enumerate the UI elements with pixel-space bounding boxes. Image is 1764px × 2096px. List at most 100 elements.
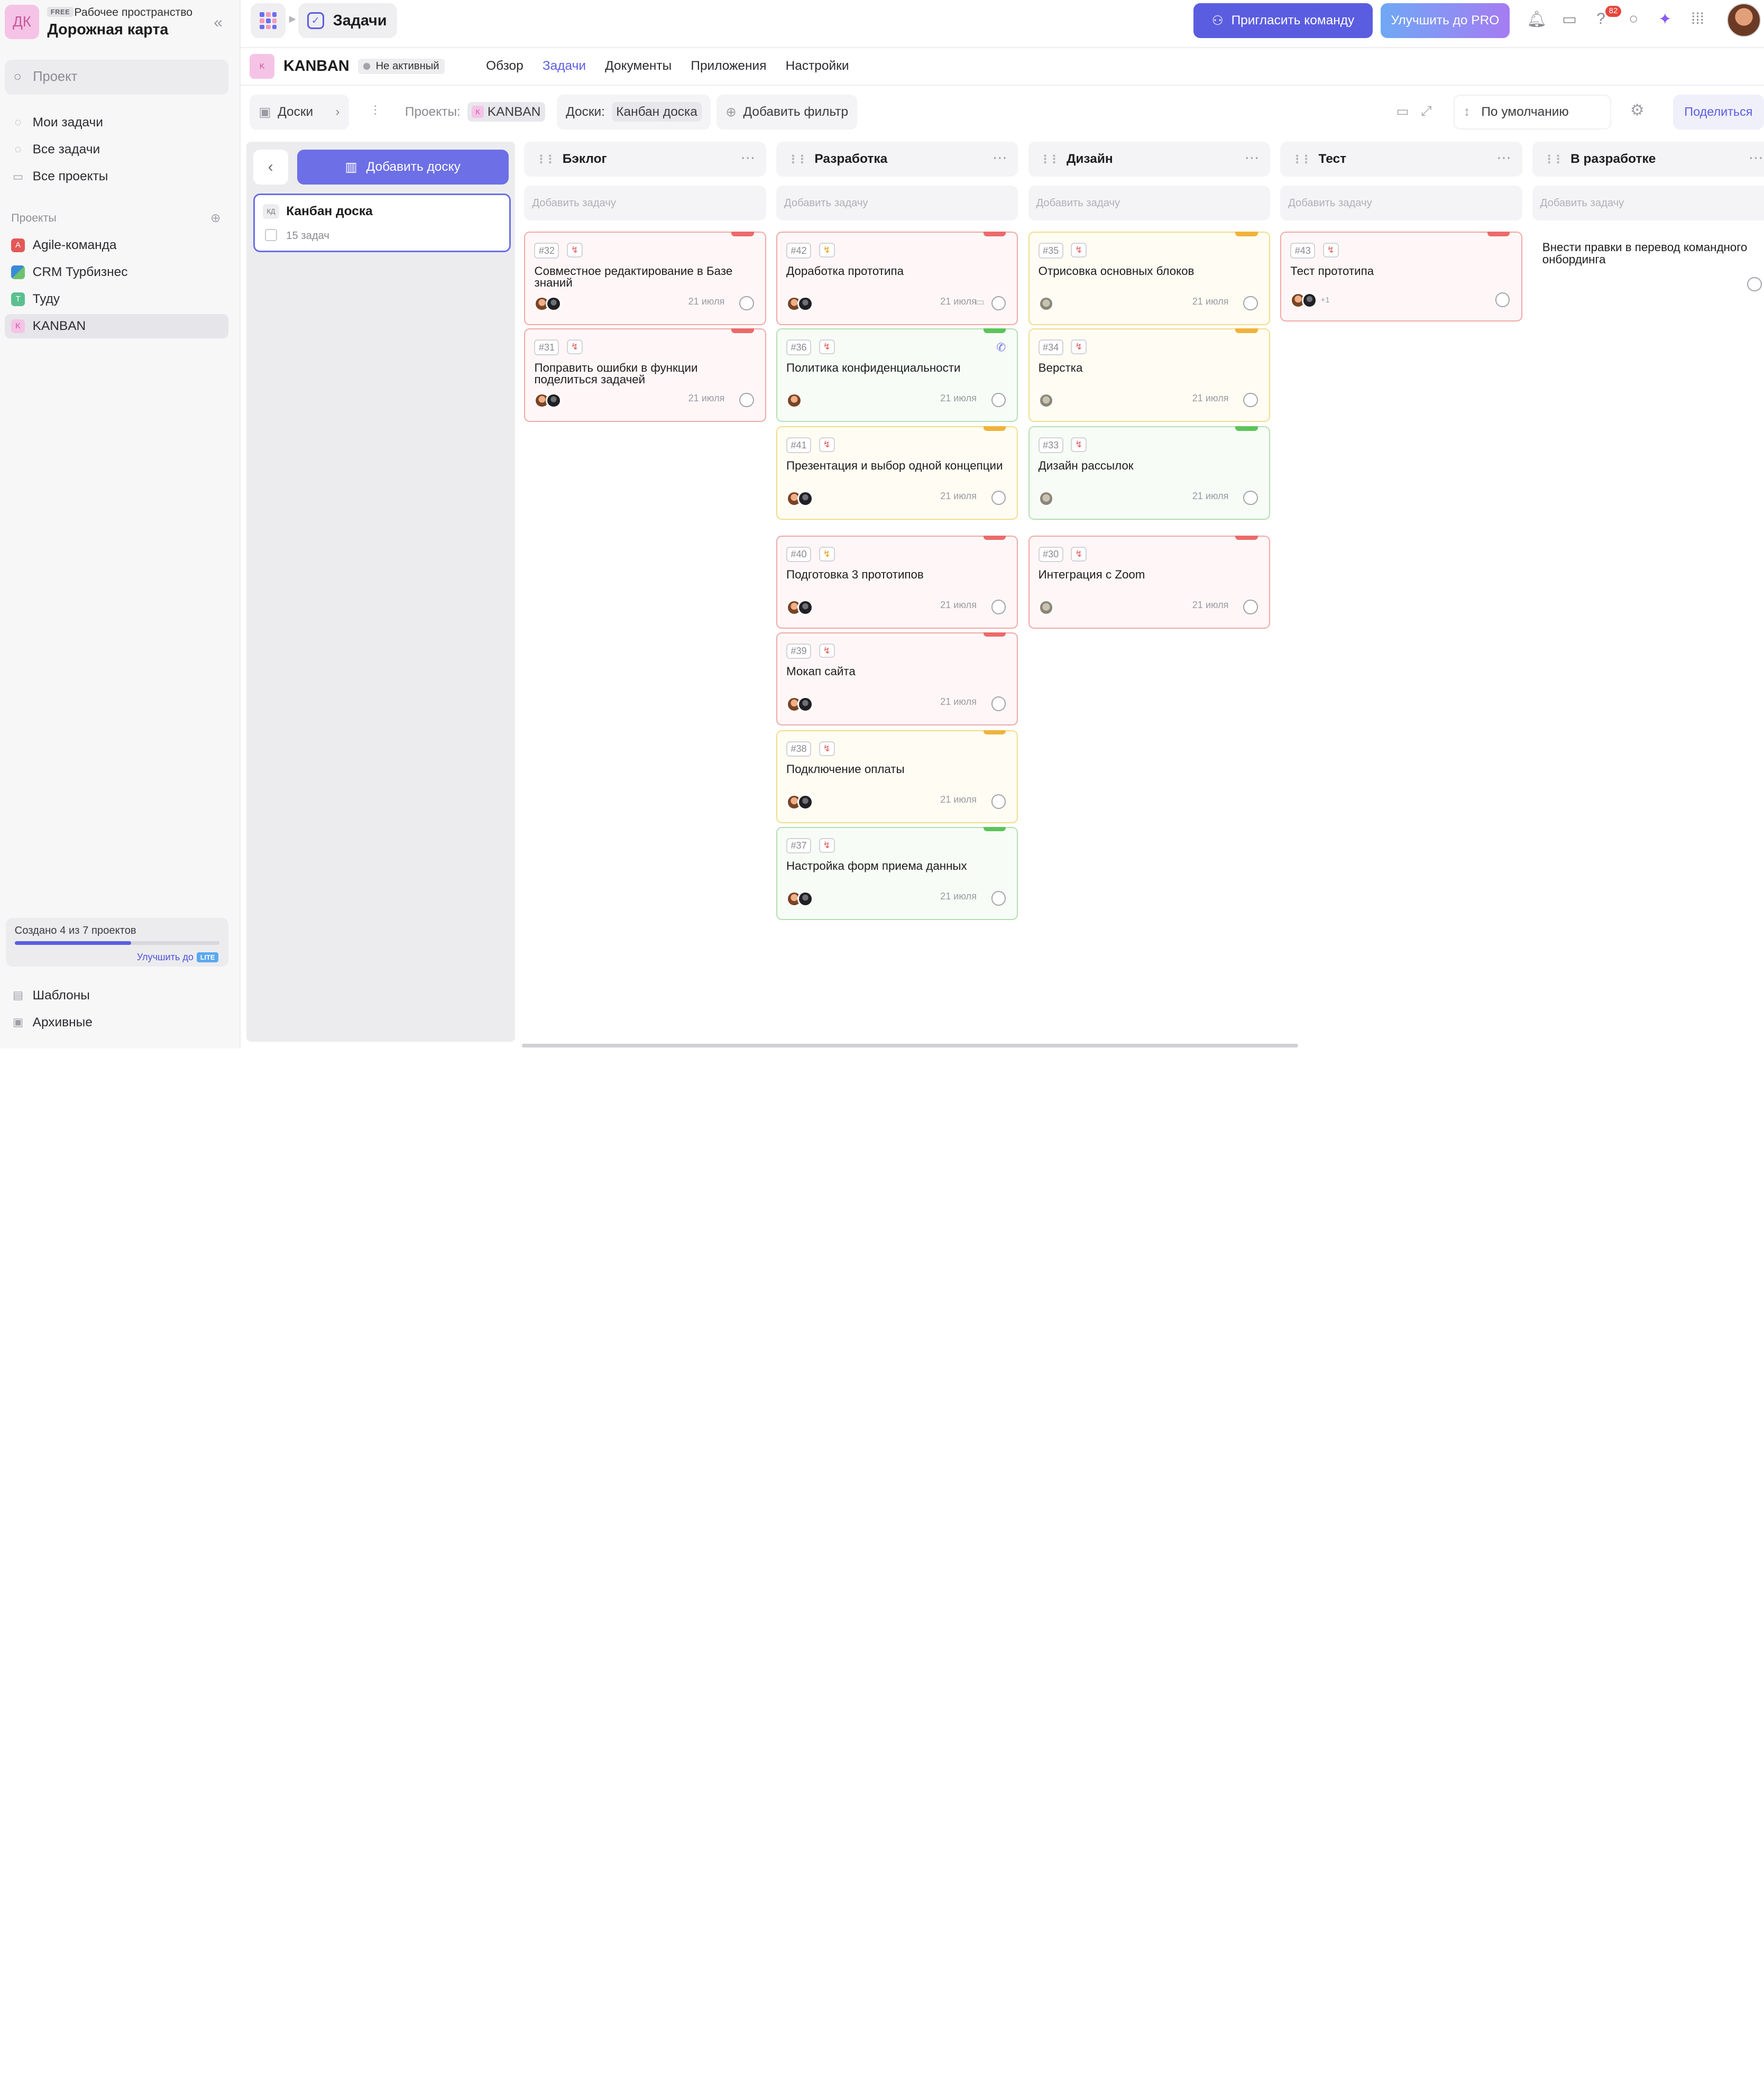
bell-icon[interactable]: 🔔︎: [1527, 10, 1547, 29]
nav-my-tasks[interactable]: ◌ Мои задачи: [5, 111, 228, 135]
upgrade-link[interactable]: Улучшить до LITE: [137, 952, 218, 963]
complete-checkbox[interactable]: [991, 296, 1006, 311]
column-header[interactable]: ⋮⋮ Разработка ···: [776, 142, 1018, 177]
column-header[interactable]: ⋮⋮ Бэклог ···: [524, 142, 766, 177]
tab-apps[interactable]: Приложения: [691, 59, 766, 73]
project-search-input[interactable]: [33, 69, 202, 85]
collapse-sidebar-icon[interactable]: «: [214, 14, 223, 32]
complete-checkbox[interactable]: [1495, 292, 1510, 307]
drag-handle-icon[interactable]: ⋮⋮: [1544, 153, 1564, 166]
expand-icon[interactable]: ⤢: [1421, 104, 1431, 119]
nav-templates[interactable]: ▤ Шаблоны: [5, 983, 228, 1008]
drag-handle-icon[interactable]: ⋮⋮: [536, 153, 556, 166]
sidebar-project-kanban[interactable]: K KANBAN: [4, 314, 228, 339]
complete-checkbox[interactable]: [991, 696, 1006, 711]
add-task-input[interactable]: Добавить задачу: [1028, 186, 1271, 220]
complete-checkbox[interactable]: [991, 891, 1006, 906]
boards-toggle[interactable]: ▣ Доски ›: [250, 94, 349, 130]
nav-archive[interactable]: ▣ Архивные: [5, 1010, 228, 1035]
task-card[interactable]: #38 ↯ Подключение оплаты 21 июля: [776, 730, 1018, 824]
task-card[interactable]: #42 ↯ Доработка прототипа 21 июля ▭: [776, 232, 1018, 325]
complete-checkbox[interactable]: [991, 600, 1006, 614]
horizontal-scrollbar[interactable]: [522, 1044, 1299, 1047]
add-task-input[interactable]: Добавить задачу: [1280, 186, 1522, 220]
search-icon: ○: [13, 69, 22, 85]
complete-checkbox[interactable]: [991, 490, 1006, 505]
column-header[interactable]: ⋮⋮ Тест ···: [1280, 142, 1522, 177]
task-card[interactable]: #37 ↯ Настройка форм приема данных 21 июля: [776, 826, 1018, 921]
complete-checkbox[interactable]: [1243, 296, 1258, 311]
sort-select[interactable]: ↕ По умолчанию: [1453, 94, 1611, 130]
task-assignees: [786, 794, 814, 810]
task-card[interactable]: #30 ↯ Интеграция с Zoom 21 июля: [1028, 535, 1271, 629]
invite-team-button[interactable]: ⚇ Пригласить команду: [1193, 3, 1373, 39]
nav-all-tasks[interactable]: ◌ Все задачи: [5, 137, 228, 162]
complete-checkbox[interactable]: [1243, 600, 1258, 614]
search-icon[interactable]: ○: [1623, 10, 1643, 28]
task-assignees: [1038, 296, 1054, 312]
board-card[interactable]: КД Канбан доска 15 задач: [253, 193, 511, 252]
project-filter[interactable]: Проекты: K KANBAN: [396, 94, 554, 130]
more-icon[interactable]: ···: [1749, 152, 1764, 165]
project-badge: A: [11, 238, 25, 252]
tab-documents[interactable]: Документы: [605, 59, 672, 73]
task-card[interactable]: #34 ↯ Верстка 21 июля: [1028, 328, 1271, 422]
task-card[interactable]: #41 ↯ Презентация и выбор одной концепции 2…: [776, 426, 1018, 520]
complete-checkbox[interactable]: [991, 794, 1006, 809]
task-card[interactable]: #31 ↯ Поправить ошибки в функции поделитьс…: [524, 328, 766, 422]
gear-icon[interactable]: ⚙: [1630, 101, 1644, 119]
task-card[interactable]: #36 ↯ Политика конфиденциальности 21 июля ✆: [776, 328, 1018, 422]
task-card[interactable]: #32 ↯ Совместное редактирование в Базе зна…: [524, 232, 766, 325]
share-button[interactable]: Поделиться: [1673, 94, 1764, 130]
user-avatar[interactable]: [1726, 3, 1761, 38]
board-filter[interactable]: Доски: Канбан доска: [557, 94, 711, 130]
task-card[interactable]: Внести правки в перевод командного онбор…: [1532, 232, 1764, 306]
task-card[interactable]: #39 ↯ Мокап сайта 21 июля: [776, 632, 1018, 726]
task-card[interactable]: #43 ↯ Тест прототипа +1: [1280, 232, 1522, 322]
more-icon[interactable]: ···: [741, 152, 756, 165]
back-button[interactable]: ‹: [253, 149, 288, 185]
add-filter-button[interactable]: ⊕ Добавить фильтр: [716, 94, 858, 130]
add-task-input[interactable]: Добавить задачу: [776, 186, 1018, 220]
complete-checkbox[interactable]: [739, 392, 754, 408]
task-card[interactable]: #33 ↯ Дизайн рассылок 21 июля: [1028, 426, 1271, 520]
sidebar-project-todo[interactable]: T Туду: [5, 287, 228, 312]
upgrade-pro-button[interactable]: Улучшить до PRO: [1380, 3, 1510, 39]
more-icon[interactable]: ···: [994, 152, 1008, 165]
add-task-input[interactable]: Добавить задачу: [1532, 186, 1764, 220]
folder-icon[interactable]: ▭: [1559, 10, 1579, 29]
more-icon[interactable]: ···: [1245, 152, 1260, 165]
tab-overview[interactable]: Обзор: [486, 59, 523, 73]
project-status[interactable]: Не активный: [357, 58, 445, 75]
add-task-input[interactable]: Добавить задачу: [524, 186, 766, 220]
column-header[interactable]: ⋮⋮ В разработке ···: [1532, 142, 1764, 177]
sidebar-project-crm[interactable]: CRM Турбизнес: [5, 260, 228, 284]
task-card[interactable]: #35 ↯ Отрисовка основных блоков 21 июля: [1028, 232, 1271, 325]
breadcrumb-tasks[interactable]: ✓ Задачи: [298, 3, 397, 39]
breadcrumb-label: Задачи: [333, 12, 387, 29]
grid-menu-icon[interactable]: ⁞⁞⁞: [1687, 10, 1707, 28]
more-icon[interactable]: ···: [1497, 152, 1512, 165]
complete-checkbox[interactable]: [991, 392, 1006, 408]
save-icon[interactable]: ▭: [1396, 104, 1409, 119]
tab-tasks[interactable]: Задачи: [543, 59, 586, 73]
task-title: Мокап сайта: [786, 665, 856, 678]
complete-checkbox[interactable]: [1243, 490, 1258, 505]
drag-handle-icon[interactable]: ⋮⋮: [787, 153, 807, 166]
complete-checkbox[interactable]: [1747, 277, 1762, 292]
drag-handle-icon[interactable]: ⋮⋮: [1291, 153, 1311, 166]
add-board-button[interactable]: ▥ Добавить доску: [297, 149, 509, 185]
task-card[interactable]: #40 ↯ Подготовка 3 прототипов 21 июля: [776, 535, 1018, 629]
filter-settings-icon[interactable]: ⫶: [373, 104, 376, 119]
sidebar-project-agile[interactable]: A Agile-команда: [5, 233, 228, 258]
apps-grid-button[interactable]: [251, 3, 286, 39]
complete-checkbox[interactable]: [739, 296, 754, 311]
tab-settings[interactable]: Настройки: [786, 59, 849, 73]
column-header[interactable]: ⋮⋮ Дизайн ···: [1028, 142, 1271, 177]
workspace-header[interactable]: ДК FREE Рабочее пространство Дорожная ка…: [4, 3, 236, 41]
add-project-icon[interactable]: ⊕: [210, 210, 221, 225]
complete-checkbox[interactable]: [1243, 392, 1258, 408]
sparkle-icon[interactable]: ✦: [1655, 10, 1675, 29]
drag-handle-icon[interactable]: ⋮⋮: [1040, 153, 1060, 166]
nav-all-projects[interactable]: ▭ Все проекты: [5, 164, 228, 189]
